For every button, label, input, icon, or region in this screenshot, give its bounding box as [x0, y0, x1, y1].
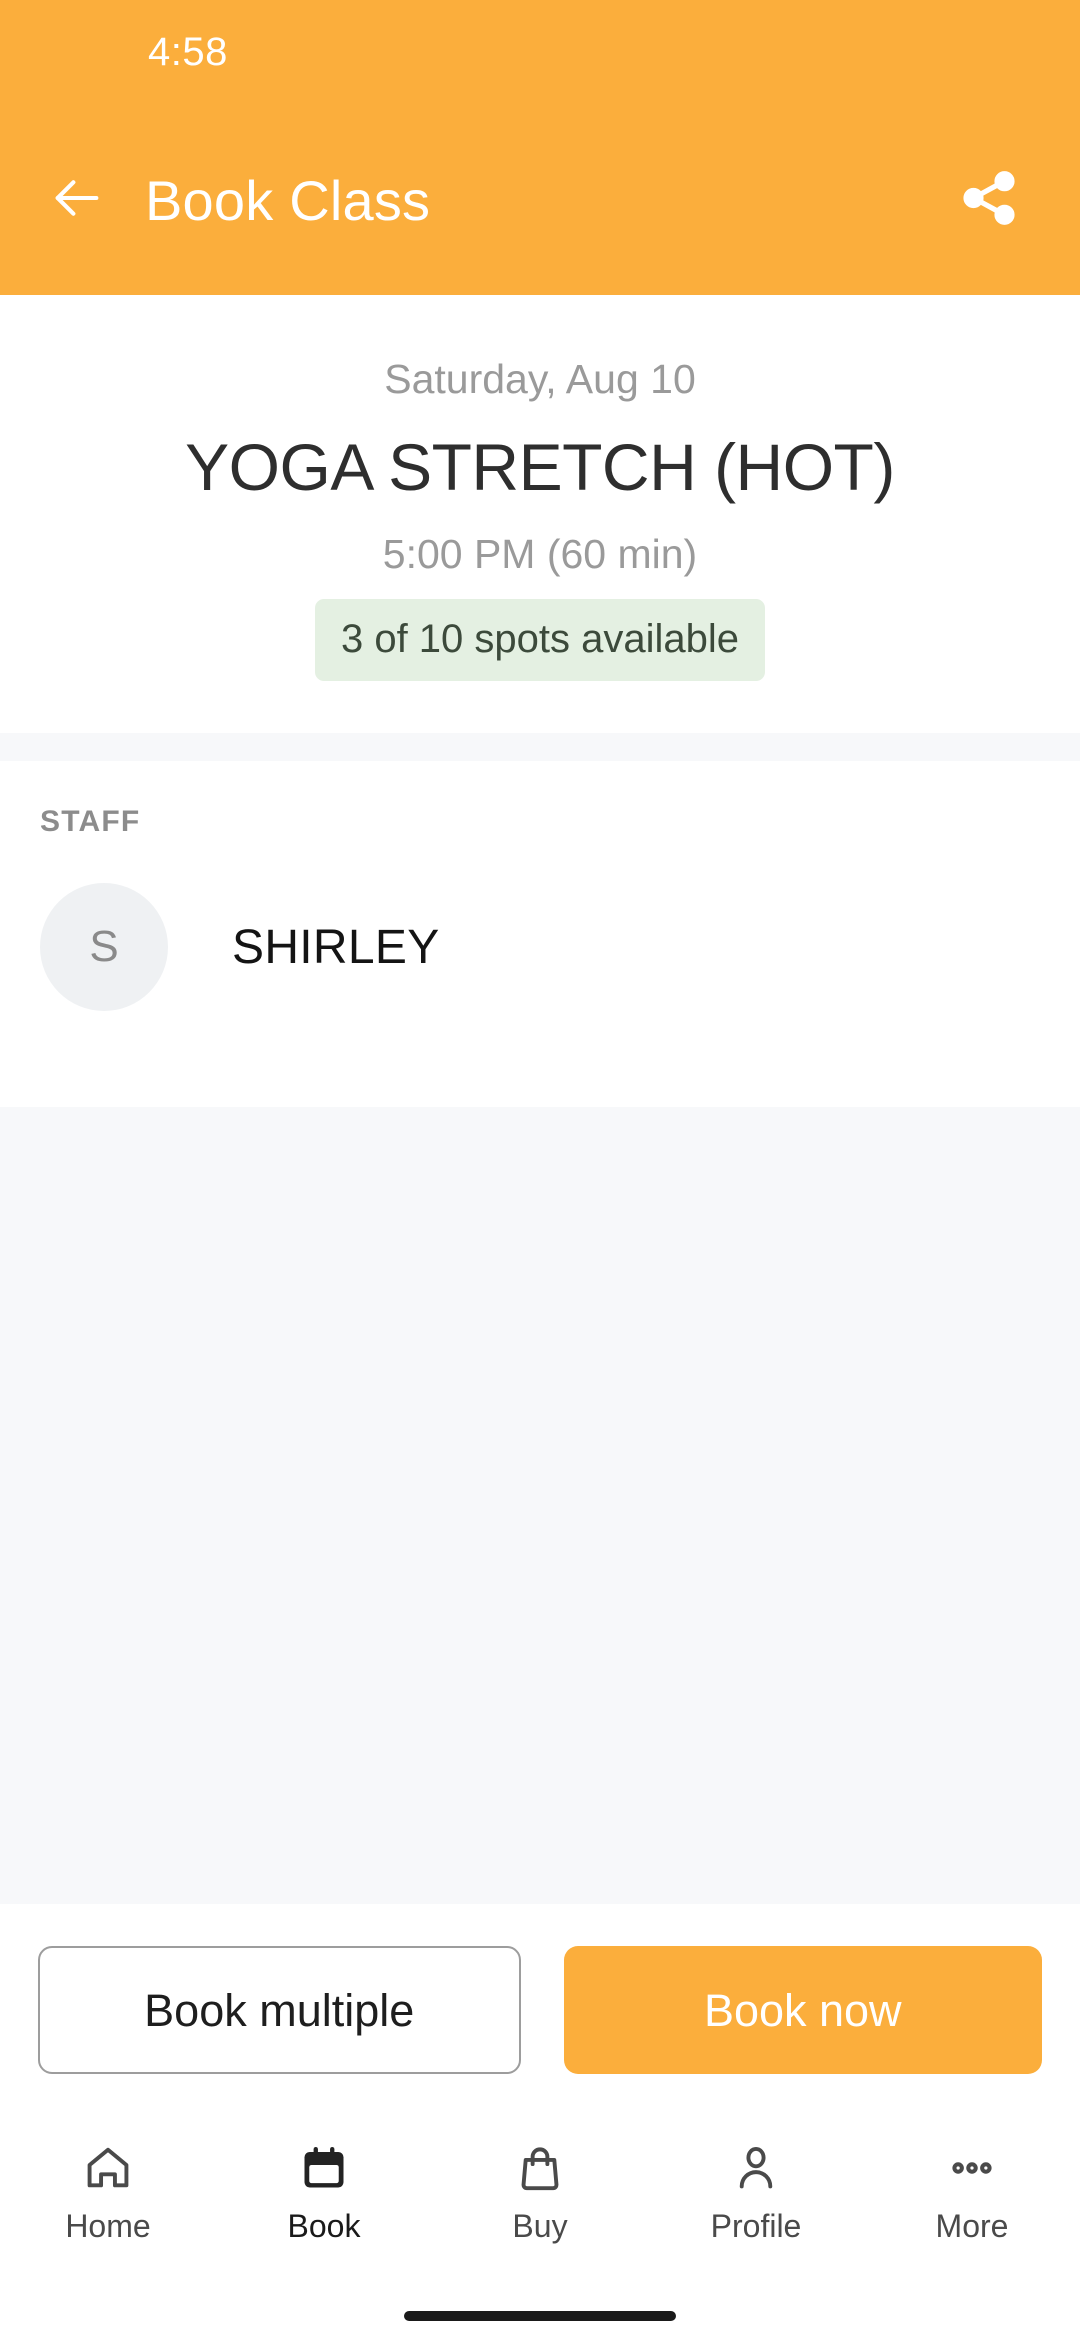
nav-item-book[interactable]: Book: [216, 2138, 432, 2242]
nav-label-more: More: [935, 2208, 1009, 2244]
content-filler: [0, 1107, 1080, 1904]
book-multiple-button[interactable]: Book multiple: [38, 1946, 521, 2074]
nav-item-profile[interactable]: Profile: [648, 2138, 864, 2242]
spots-badge-wrap: 3 of 10 spots available: [40, 599, 1040, 682]
spots-available-badge: 3 of 10 spots available: [314, 599, 766, 682]
bag-icon: [514, 2138, 566, 2198]
action-bar: Book multiple Book now: [0, 1904, 1080, 2116]
share-button[interactable]: [952, 163, 1026, 237]
home-indicator-area: [0, 2292, 1080, 2340]
nav-label-book: Book: [287, 2208, 361, 2244]
back-button[interactable]: [46, 169, 108, 231]
app-bar: 4:58 Book Class: [0, 0, 1080, 295]
class-time: 5:00 PM (60 min): [382, 531, 698, 577]
avatar-initial: S: [89, 922, 119, 972]
status-bar-clock: 4:58: [148, 30, 228, 74]
nav-label-profile: Profile: [710, 2208, 802, 2244]
avatar: S: [40, 883, 168, 1012]
nav-item-more[interactable]: More: [864, 2138, 1080, 2242]
section-divider: [0, 733, 1080, 762]
status-bar: 4:58: [0, 0, 1080, 105]
nav-label-home: Home: [65, 2208, 151, 2244]
app-bar-row: Book Class: [0, 105, 1080, 295]
home-indicator[interactable]: [404, 2311, 676, 2321]
staff-section-label: STAFF: [40, 805, 141, 839]
arrow-left-icon: [48, 169, 106, 232]
class-summary-card: Saturday, Aug 10 YOGA STRETCH (HOT) 5:00…: [0, 295, 1080, 734]
nav-item-home[interactable]: Home: [0, 2138, 216, 2242]
book-now-button[interactable]: Book now: [563, 1946, 1042, 2074]
person-icon: [730, 2138, 782, 2198]
share-icon: [958, 167, 1020, 234]
staff-name: SHIRLEY: [232, 920, 440, 974]
page-title: Book Class: [145, 168, 431, 232]
staff-section: STAFF S SHIRLEY: [0, 761, 1080, 1108]
class-date: Saturday, Aug 10: [384, 356, 696, 402]
calendar-icon: [298, 2138, 350, 2198]
app-screen: 4:58 Book Class Saturday, Aug 10 YOGA ST…: [0, 0, 1080, 2340]
bottom-navigation: Home Book Buy Profile More: [0, 2116, 1080, 2292]
nav-label-buy: Buy: [512, 2208, 568, 2244]
nav-item-buy[interactable]: Buy: [432, 2138, 648, 2242]
more-dots-icon: [946, 2138, 998, 2198]
home-icon: [82, 2138, 134, 2198]
class-name: YOGA STRETCH (HOT): [185, 430, 895, 505]
staff-list-item[interactable]: S SHIRLEY: [40, 883, 1040, 1107]
